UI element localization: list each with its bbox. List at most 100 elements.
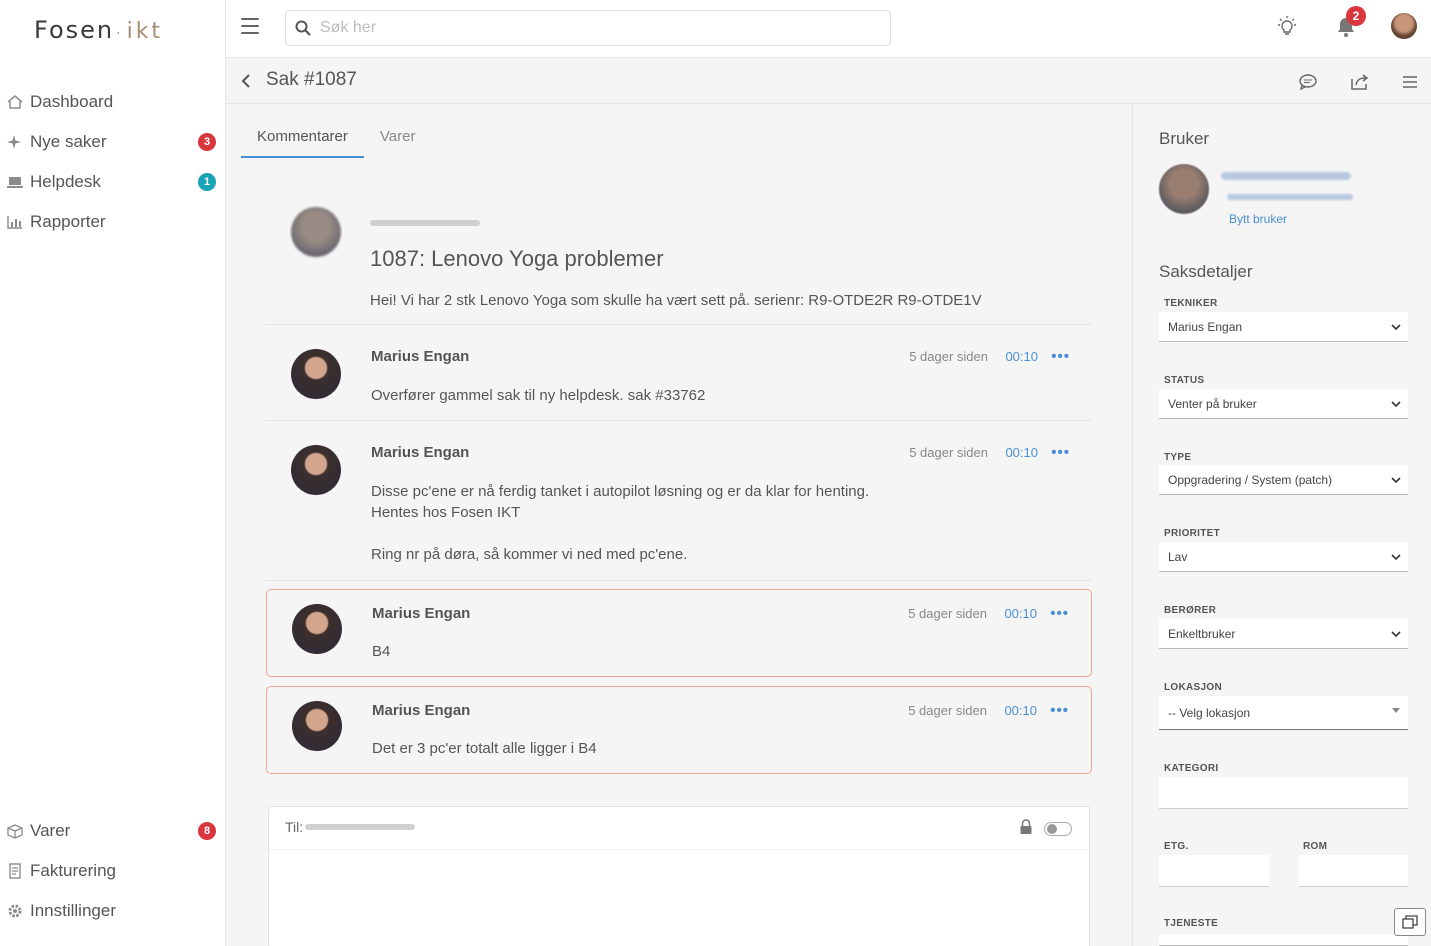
comment-duration-link[interactable]: 00:10	[1004, 606, 1037, 621]
sidebar-item-varer[interactable]: Varer 8	[6, 816, 220, 846]
comment-duration-link[interactable]: 00:10	[1005, 349, 1038, 364]
field-label: BERØRER	[1164, 605, 1217, 616]
menu-icon[interactable]	[1399, 71, 1421, 93]
room-input[interactable]	[1299, 855, 1408, 887]
comment-time: 5 dager siden	[908, 606, 987, 621]
case-header: Sak #1087	[226, 58, 1431, 104]
select-value: Marius Engan	[1168, 319, 1243, 334]
original-post: 1087: Lenovo Yoga problemer Hei! Vi har …	[266, 206, 1092, 324]
select-value: Venter på bruker	[1168, 396, 1257, 411]
internal-note-toggle[interactable]	[1044, 822, 1072, 836]
caret-down-icon	[1392, 708, 1400, 713]
more-options-icon[interactable]: •••	[1051, 348, 1070, 365]
restore-window-button[interactable]	[1394, 908, 1426, 936]
affects-select[interactable]: Enkeltbruker	[1159, 619, 1408, 649]
lock-icon	[1019, 819, 1033, 835]
comment: Marius Engan 5 dager siden 00:10 ••• Ove…	[266, 348, 1092, 420]
priority-select[interactable]: Lav	[1159, 542, 1408, 572]
divider	[269, 849, 1089, 850]
sidebar-item-label: Fakturering	[30, 861, 116, 880]
details-heading: Saksdetaljer	[1159, 262, 1253, 281]
redacted-recipient	[305, 824, 415, 830]
divider	[266, 324, 1092, 325]
sidebar-item-rapporter[interactable]: Rapporter	[6, 207, 220, 237]
comment-text: B4	[372, 643, 391, 660]
comment: Marius Engan 5 dager siden 00:10 ••• Dis…	[266, 444, 1092, 580]
tekniker-select[interactable]: Marius Engan	[1159, 312, 1408, 342]
avatar	[292, 604, 342, 654]
avatar	[291, 349, 341, 399]
comment-highlighted: Marius Engan 5 dager siden 00:10 ••• B4	[266, 589, 1092, 677]
comment-time: 5 dager siden	[909, 445, 988, 460]
comment-author: Marius Engan	[371, 444, 470, 461]
sidebar-item-fakturering[interactable]: Fakturering	[6, 856, 220, 886]
type-select[interactable]: Oppgradering / System (patch)	[1159, 465, 1408, 495]
tab-varer[interactable]: Varer	[364, 124, 432, 158]
sidebar-item-innstillinger[interactable]: Innstillinger	[6, 896, 220, 926]
user-avatar[interactable]	[1391, 13, 1417, 39]
field-label: TYPE	[1164, 452, 1192, 463]
comment-time: 5 dager siden	[909, 349, 988, 364]
chevron-down-icon	[1391, 554, 1401, 561]
sidebar-item-helpdesk[interactable]: Helpdesk 1	[6, 167, 220, 197]
comment-duration-link[interactable]: 00:10	[1005, 445, 1038, 460]
field-label: ROM	[1303, 841, 1328, 852]
share-icon[interactable]	[1349, 71, 1371, 93]
fosen-ikt-logo[interactable]: Fosen · ikt	[34, 16, 163, 46]
comment-author: Marius Engan	[372, 702, 471, 719]
status-select[interactable]: Venter på bruker	[1159, 389, 1408, 419]
logo-text-fosen: Fosen	[34, 16, 115, 44]
more-options-icon[interactable]: •••	[1050, 605, 1069, 622]
field-label: LOKASJON	[1164, 682, 1222, 693]
back-arrow-icon[interactable]	[240, 72, 254, 90]
recipient-label: Til:	[285, 819, 304, 835]
comment-author: Marius Engan	[372, 605, 471, 622]
comment-line: Ring nr på døra, så kommer vi ned med pc…	[371, 546, 688, 563]
comment-line: Hentes hos Fosen IKT	[371, 504, 521, 521]
logo-text-ikt: ikt	[126, 19, 164, 44]
more-options-icon[interactable]: •••	[1050, 702, 1069, 719]
avatar	[291, 445, 341, 495]
category-input[interactable]	[1159, 777, 1408, 809]
notifications-bell-button[interactable]: 2	[1333, 6, 1366, 40]
tab-kommentarer[interactable]: Kommentarer	[241, 124, 364, 158]
comment-duration-link[interactable]: 00:10	[1004, 703, 1037, 718]
menu-toggle-button[interactable]	[241, 18, 259, 34]
sidebar-item-dashboard[interactable]: Dashboard	[6, 87, 220, 117]
sidebar-item-nye-saker[interactable]: Nye saker 3	[6, 127, 220, 157]
avatar	[292, 701, 342, 751]
service-select[interactable]	[1159, 934, 1408, 946]
count-badge: 1	[198, 173, 216, 191]
sidebar-item-label: Nye saker	[30, 132, 107, 151]
avatar	[291, 207, 341, 257]
sidebar-item-label: Helpdesk	[30, 172, 101, 191]
lightbulb-icon[interactable]	[1274, 14, 1300, 40]
case-details-panel: Bruker Bytt bruker Saksdetaljer TEKNIKER…	[1132, 104, 1431, 946]
count-badge: 3	[198, 133, 216, 151]
logo-text-dot: ·	[116, 26, 123, 42]
floor-input[interactable]	[1159, 855, 1269, 887]
chevron-down-icon	[1391, 401, 1401, 408]
location-select[interactable]: -- Velg lokasjon	[1159, 696, 1408, 730]
comment-text: Disse pc'ene er nå ferdig tanket i autop…	[371, 481, 869, 565]
chevron-down-icon	[1391, 631, 1401, 638]
select-value: -- Velg lokasjon	[1168, 705, 1251, 720]
comment-icon[interactable]	[1297, 71, 1319, 93]
comment-highlighted: Marius Engan 5 dager siden 00:10 ••• Det…	[266, 686, 1092, 774]
comment-text: Det er 3 pc'er totalt alle ligger i B4	[372, 740, 597, 757]
reply-composer[interactable]: Til:	[268, 806, 1090, 946]
change-user-link[interactable]: Bytt bruker	[1229, 212, 1287, 226]
laptop-icon	[6, 173, 24, 191]
field-label: KATEGORI	[1164, 763, 1219, 774]
chevron-down-icon	[1391, 324, 1401, 331]
search-input[interactable]	[320, 19, 860, 37]
box-icon	[6, 822, 24, 840]
topbar: 2	[226, 0, 1431, 58]
select-value: Oppgradering / System (patch)	[1168, 472, 1333, 487]
gear-icon	[6, 902, 24, 920]
more-options-icon[interactable]: •••	[1051, 444, 1070, 461]
divider	[266, 580, 1092, 581]
case-title: Sak #1087	[266, 69, 357, 90]
requester-avatar	[1159, 164, 1209, 214]
field-label: ETG.	[1164, 841, 1189, 852]
